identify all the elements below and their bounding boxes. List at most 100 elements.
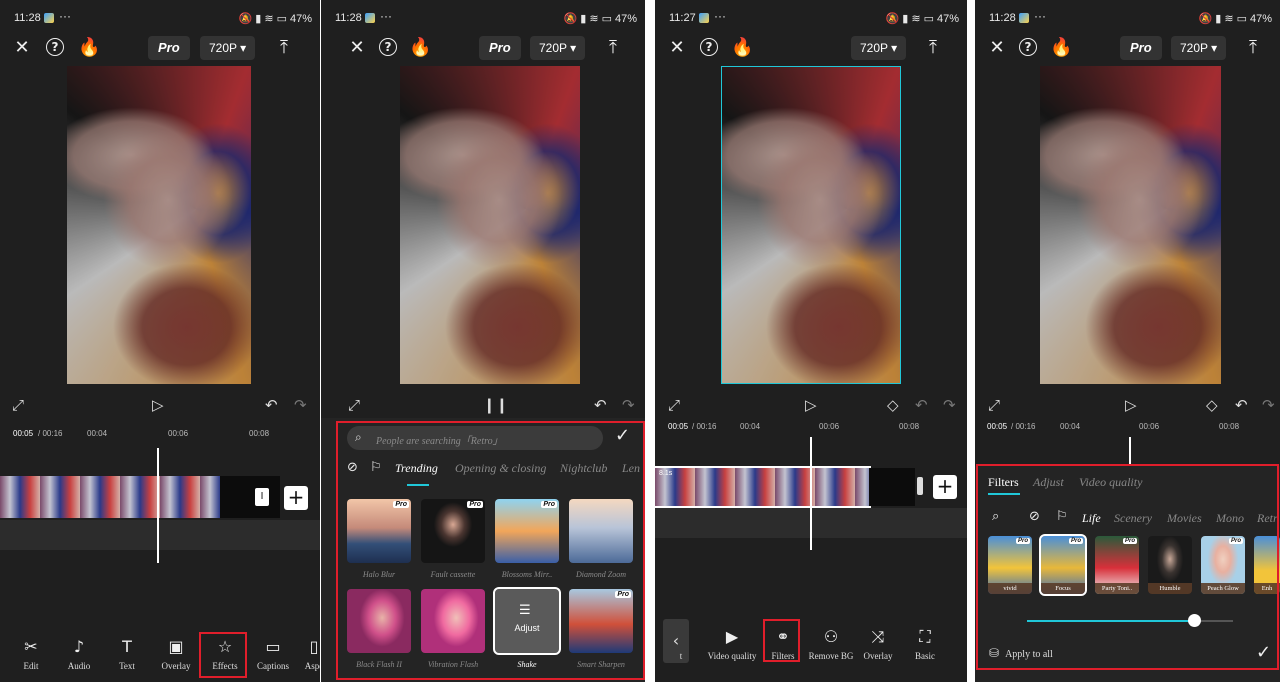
resolution-button[interactable]: 720P ▾ bbox=[200, 36, 256, 60]
flame-icon[interactable]: 🔥 bbox=[409, 38, 431, 58]
pro-button[interactable]: Pro bbox=[1120, 36, 1162, 60]
more-notifications-icon: ··· bbox=[714, 9, 726, 23]
preview-image bbox=[400, 66, 580, 384]
tool-audio[interactable]: ♪ Audio bbox=[55, 636, 103, 671]
resolution-button[interactable]: 720P ▾ bbox=[530, 36, 586, 60]
total-time: / 00:16 bbox=[38, 429, 63, 438]
timeline-ruler: 00:05 / 00:16 00:04 00:06 00:08 bbox=[655, 419, 967, 433]
tick-label: 00:04 bbox=[740, 422, 761, 431]
video-preview[interactable] bbox=[721, 66, 901, 384]
timeline-ruler: 00:05 / 00:16 00:04 00:06 00:08 bbox=[0, 426, 320, 440]
export-icon[interactable]: ⤒ bbox=[274, 38, 294, 58]
tool-edit[interactable]: ✂ Edit bbox=[7, 636, 55, 671]
add-clip-button[interactable]: + bbox=[933, 475, 957, 499]
tool-overlay[interactable]: ▣ Overlay bbox=[152, 636, 200, 671]
keyframe-icon[interactable]: ◇ bbox=[887, 394, 899, 416]
system-icons: 🔕 ▮ ≋ ▭ 47% bbox=[1196, 12, 1272, 25]
app-notification-icon bbox=[699, 13, 709, 23]
video-preview[interactable] bbox=[400, 66, 580, 384]
mute-icon: 🔕 bbox=[563, 13, 578, 25]
tick-label: 00:08 bbox=[1219, 422, 1240, 431]
tool-remove-bg[interactable]: ⚇ Remove BG bbox=[807, 626, 855, 661]
resolution-button[interactable]: 720P ▾ bbox=[1171, 36, 1227, 60]
tool-basic[interactable]: ⛶ Basic bbox=[901, 626, 949, 661]
close-icon[interactable]: ✕ bbox=[987, 38, 1007, 58]
flame-icon[interactable]: 🔥 bbox=[1050, 38, 1072, 58]
undo-icon[interactable]: ↶ bbox=[1235, 394, 1248, 416]
playhead[interactable] bbox=[810, 437, 812, 550]
battery-icon: ▭ bbox=[1236, 13, 1247, 25]
tool-partial[interactable]: t bbox=[669, 626, 693, 661]
undo-icon[interactable]: ↶ bbox=[915, 394, 928, 416]
pro-button[interactable]: Pro bbox=[148, 36, 190, 60]
close-icon[interactable]: ✕ bbox=[347, 38, 367, 58]
highlight-effects bbox=[199, 632, 247, 678]
clip-trim-handle[interactable]: I bbox=[255, 488, 269, 506]
audio-lane[interactable] bbox=[0, 520, 320, 550]
export-icon[interactable]: ⤒ bbox=[1243, 38, 1263, 58]
editor-toolbar: ✕ ? 🔥 Pro 720P ▾ ⤒ bbox=[321, 36, 645, 62]
tool-video-quality[interactable]: ▶ Video quality bbox=[707, 626, 757, 661]
tool-aspect[interactable]: ▯Aspe bbox=[290, 636, 320, 671]
clip-trim-handle[interactable] bbox=[917, 477, 923, 495]
flame-icon[interactable]: 🔥 bbox=[731, 38, 753, 58]
tick-label: 00:04 bbox=[1060, 422, 1081, 431]
editor-toolbar: ✕ ? 🔥 Pro 720P ▾ ⤒ bbox=[975, 36, 1280, 62]
shuffle-icon: ⤨ bbox=[871, 627, 885, 646]
export-icon[interactable]: ⤒ bbox=[923, 38, 943, 58]
text-icon: T bbox=[122, 637, 132, 656]
battery-level: 47% bbox=[289, 13, 312, 25]
ending-clip[interactable] bbox=[869, 468, 915, 506]
panel-filters: 11:28 ··· 🔕 ▮ ≋ ▭ 47% ✕ ? 🔥 Pro 720P ▾ ⤒ ⤢ ▷… bbox=[975, 0, 1280, 682]
help-icon[interactable]: ? bbox=[46, 38, 64, 56]
aspect-icon: ▯ bbox=[309, 637, 319, 656]
fullscreen-icon[interactable]: ⤢ bbox=[668, 394, 680, 416]
redo-icon[interactable]: ↷ bbox=[294, 394, 307, 416]
close-icon[interactable]: ✕ bbox=[667, 38, 687, 58]
redo-icon[interactable]: ↷ bbox=[1262, 394, 1275, 416]
current-time: 00:05 bbox=[13, 429, 34, 438]
export-icon[interactable]: ⤒ bbox=[603, 38, 623, 58]
clock: 11:27 bbox=[669, 12, 696, 24]
tick-label: 00:06 bbox=[1139, 422, 1160, 431]
video-clip-track[interactable] bbox=[0, 476, 220, 518]
tool-text[interactable]: T Text bbox=[103, 636, 151, 671]
fullscreen-icon[interactable]: ⤢ bbox=[348, 394, 360, 416]
add-clip-button[interactable]: + bbox=[284, 486, 308, 510]
signal-icon: ▮ bbox=[255, 13, 262, 25]
play-icon[interactable]: ▷ bbox=[805, 394, 817, 416]
video-clip-track-selected[interactable]: 8.1s bbox=[655, 466, 871, 508]
mute-icon: 🔕 bbox=[238, 13, 253, 25]
play-icon[interactable]: ▷ bbox=[152, 394, 164, 416]
keyframe-icon[interactable]: ◇ bbox=[1206, 394, 1218, 416]
tick-label: 00:08 bbox=[249, 429, 270, 438]
fullscreen-icon[interactable]: ⤢ bbox=[12, 394, 24, 416]
undo-icon[interactable]: ↶ bbox=[265, 394, 278, 416]
pro-button[interactable]: Pro bbox=[479, 36, 521, 60]
flame-icon[interactable]: 🔥 bbox=[78, 38, 100, 58]
close-icon[interactable]: ✕ bbox=[12, 38, 32, 58]
battery-level: 47% bbox=[1249, 13, 1272, 25]
video-preview[interactable] bbox=[67, 66, 251, 384]
playhead[interactable] bbox=[157, 448, 159, 563]
tool-overlay[interactable]: ⤨ Overlay bbox=[854, 626, 902, 661]
help-icon[interactable]: ? bbox=[700, 38, 718, 56]
playhead[interactable] bbox=[1129, 437, 1131, 465]
play-icon[interactable]: ▷ bbox=[1125, 394, 1137, 416]
help-icon[interactable]: ? bbox=[1019, 38, 1037, 56]
signal-icon: ▮ bbox=[902, 13, 909, 25]
redo-icon[interactable]: ↷ bbox=[622, 394, 635, 416]
resolution-button[interactable]: 720P ▾ bbox=[851, 36, 907, 60]
pause-icon[interactable]: ❙❙ bbox=[483, 394, 508, 416]
bottom-toolbar: ✂ Edit ♪ Audio T Text ▣ Overlay ☆ Effects ▭ Ca… bbox=[0, 636, 321, 680]
help-icon[interactable]: ? bbox=[379, 38, 397, 56]
undo-icon[interactable]: ↶ bbox=[594, 394, 607, 416]
video-preview[interactable] bbox=[1040, 66, 1221, 384]
signal-icon: ▮ bbox=[580, 13, 587, 25]
fullscreen-icon[interactable]: ⤢ bbox=[988, 394, 1000, 416]
redo-icon[interactable]: ↷ bbox=[943, 394, 956, 416]
playback-controls: ⤢ ▷ ◇ ↶ ↷ bbox=[655, 394, 967, 416]
total-time: / 00:16 bbox=[692, 422, 717, 431]
clip-duration: 8.1s bbox=[659, 470, 673, 477]
ending-clip[interactable] bbox=[220, 476, 280, 518]
